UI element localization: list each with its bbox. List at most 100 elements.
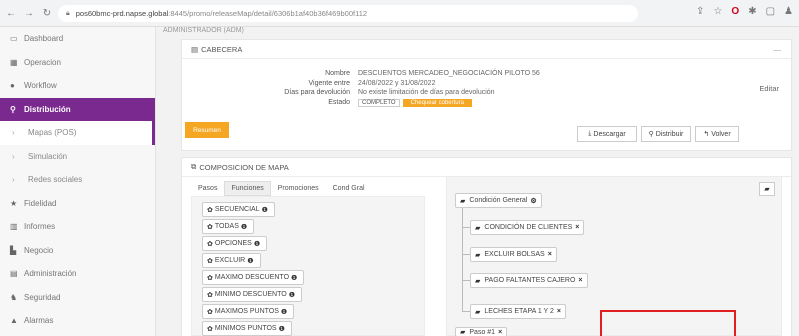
- sidebar-item-label: Redes sociales: [28, 175, 83, 185]
- sidebar-item-alarmas[interactable]: ▲ Alarmas: [0, 309, 155, 333]
- function-chip[interactable]: ✿ MINIMOS PUNTOS ❶: [202, 321, 292, 336]
- nombre-value: DESCUENTOS MERCADEO_NEGOCIACIÓN PILOTO 5…: [358, 70, 540, 77]
- sidebar-item-label: Dashboard: [24, 34, 64, 44]
- distribuir-button[interactable]: ⚲ Distribuir: [641, 126, 691, 142]
- nombre-label: Nombre: [325, 70, 350, 77]
- url-host: pos60bmc-prd.napse.global: [75, 9, 169, 18]
- vigente-label: Vigente entre: [308, 80, 350, 87]
- sidebar-item-label: Negocio: [24, 245, 54, 255]
- sidebar-item-administracion[interactable]: ▤ Administración: [0, 262, 155, 286]
- sidebar-item-workflow[interactable]: ● Workflow: [0, 74, 155, 98]
- forward-arrow-icon[interactable]: →: [22, 6, 36, 20]
- sidebar-item-seguridad[interactable]: ♞ Seguridad: [0, 286, 155, 310]
- dashboard-icon: ▭: [10, 34, 18, 44]
- list-icon: ▤: [191, 44, 199, 54]
- cog-icon: ✿: [207, 240, 213, 248]
- estado-row: Estado COMPLETO Chequear cobertura: [182, 99, 632, 107]
- highlight-box: [600, 310, 736, 336]
- sidebar-item-distribucion[interactable]: ⚲ Distribución: [0, 97, 155, 121]
- remove-icon[interactable]: ×: [575, 224, 579, 231]
- tab-cond-gral[interactable]: Cond Gral: [326, 181, 372, 196]
- extensions-icon[interactable]: ✱: [748, 6, 756, 17]
- tree-root-node[interactable]: ▰ Condición General ⚙: [455, 193, 542, 208]
- tab-promociones[interactable]: Promociones: [271, 181, 326, 196]
- lock-icon: 🔒︎: [66, 9, 70, 17]
- sidebar-toggle-icon[interactable]: ▢: [766, 6, 775, 17]
- settings-icon[interactable]: ⚙: [530, 197, 536, 205]
- sidebar-item-redes-sociales[interactable]: › Redes sociales: [0, 168, 155, 192]
- share-icon[interactable]: ⇪: [696, 6, 704, 17]
- cog-icon: ❶: [261, 206, 268, 214]
- sidebar-item-simulacion[interactable]: › Simulación: [0, 145, 155, 169]
- distribuir-label: Distribuir: [655, 130, 684, 138]
- cog-icon: ❶: [247, 257, 254, 265]
- globe-icon: ●: [10, 81, 15, 91]
- remove-icon[interactable]: ×: [578, 277, 582, 284]
- sidebar-item-label: Informes: [24, 222, 56, 232]
- opera-icon[interactable]: O: [731, 6, 739, 17]
- chart-icon: ▥: [10, 222, 18, 232]
- edit-link[interactable]: Editar: [759, 84, 779, 93]
- resumen-button[interactable]: Resumen: [185, 122, 229, 138]
- cog-icon: ✿: [207, 274, 213, 282]
- remove-icon[interactable]: ×: [557, 308, 561, 315]
- folder-icon: ▰: [475, 251, 481, 259]
- map-marker-icon: ⚲: [10, 104, 16, 114]
- back-arrow-icon[interactable]: ←: [4, 6, 18, 20]
- function-chip[interactable]: ✿ SECUENCIAL ❶: [202, 202, 275, 217]
- cog-icon: ✿: [207, 257, 213, 265]
- composicion-title: COMPOSICION DE MAPA: [199, 162, 289, 172]
- folder-icon[interactable]: ▰: [759, 182, 775, 196]
- remove-icon[interactable]: ×: [498, 329, 502, 336]
- tab-funciones[interactable]: Funciones: [224, 181, 271, 196]
- sidebar-item-negocio[interactable]: ▙ Negocio: [0, 239, 155, 263]
- grid-icon: ▦: [10, 57, 18, 67]
- sidebar-item-operacion[interactable]: ▦ Operacion: [0, 51, 155, 75]
- folder-icon: ▰: [475, 308, 481, 316]
- sidebar-item-label: Seguridad: [24, 292, 61, 302]
- tree-node[interactable]: ▰ LECHES ETAPA 1 Y 2 ×: [470, 304, 567, 319]
- sidebar: ▭ Dashboard ▦ Operacion ● Workflow ⚲ Distrib…: [0, 27, 156, 336]
- download-icon: ⤓: [588, 130, 592, 137]
- function-chip[interactable]: ✿ MAXIMO DESCUENTO ❶: [202, 270, 305, 285]
- chevron-right-icon: ›: [12, 175, 15, 185]
- users-icon: ♞: [10, 292, 18, 302]
- tree-node[interactable]: ▰ EXCLUIR BOLSAS ×: [470, 247, 557, 262]
- volver-button[interactable]: ↰ Volver: [695, 126, 739, 142]
- folder-icon: ▰: [460, 329, 466, 336]
- profile-icon[interactable]: ♟: [784, 6, 793, 17]
- cog-icon: ✿: [207, 206, 213, 214]
- address-bar[interactable]: 🔒︎ pos60bmc-prd.napse.global:8445/promo/…: [58, 5, 638, 22]
- check-coverage-button[interactable]: Chequear cobertura: [402, 99, 472, 107]
- composicion-header: ⧉ COMPOSICION DE MAPA: [182, 158, 791, 177]
- descargar-button[interactable]: ⤓ Descargar: [577, 126, 637, 142]
- sidebar-item-fidelidad[interactable]: ★ Fidelidad: [0, 192, 155, 216]
- bell-icon: ▲: [10, 316, 18, 326]
- sidebar-item-informes[interactable]: ▥ Informes: [0, 215, 155, 239]
- tree-node[interactable]: ▰ CONDICIÓN DE CLIENTES ×: [470, 220, 585, 235]
- function-chip[interactable]: ✿ MINIMO DESCUENTO ❶: [202, 287, 302, 302]
- nombre-row: Nombre DESCUENTOS MERCADEO_NEGOCIACIÓN P…: [182, 70, 632, 77]
- calendar-icon: ▤: [10, 269, 18, 279]
- sidebar-item-label: Operacion: [24, 57, 61, 67]
- tab-pasos[interactable]: Pasos: [191, 181, 224, 196]
- function-chip[interactable]: ✿ EXCLUIR ❶: [202, 253, 261, 268]
- remove-icon[interactable]: ×: [548, 251, 552, 258]
- function-chip[interactable]: ✿ MAXIMOS PUNTOS ❶: [202, 304, 295, 319]
- dias-value: No existe limitación de días para devolu…: [358, 89, 495, 96]
- reload-icon[interactable]: ↻: [40, 6, 54, 20]
- cog-icon: ❶: [280, 308, 288, 316]
- bookmark-star-icon[interactable]: ☆: [713, 6, 722, 17]
- sidebar-item-label: Distribución: [24, 104, 71, 114]
- sidebar-item-dashboard[interactable]: ▭ Dashboard: [0, 27, 155, 51]
- cog-icon: ❶: [253, 240, 261, 248]
- function-chip[interactable]: ✿ TODAS ❶: [202, 219, 255, 234]
- function-chip[interactable]: ✿ OPCIONES ❶: [202, 236, 268, 251]
- tree-node[interactable]: ▰ PAGO FALTANTES CAJERO ×: [470, 273, 588, 288]
- sidebar-item-mapas-pos[interactable]: › Mapas (POS): [0, 121, 155, 145]
- collapse-button[interactable]: —: [774, 45, 782, 54]
- cog-icon: ✿: [207, 325, 213, 333]
- sidebar-item-label: Mapas (POS): [28, 128, 77, 138]
- tree-bottom-node[interactable]: ▰ Paso #1 ×: [455, 327, 508, 336]
- estado-label: Estado: [328, 99, 350, 106]
